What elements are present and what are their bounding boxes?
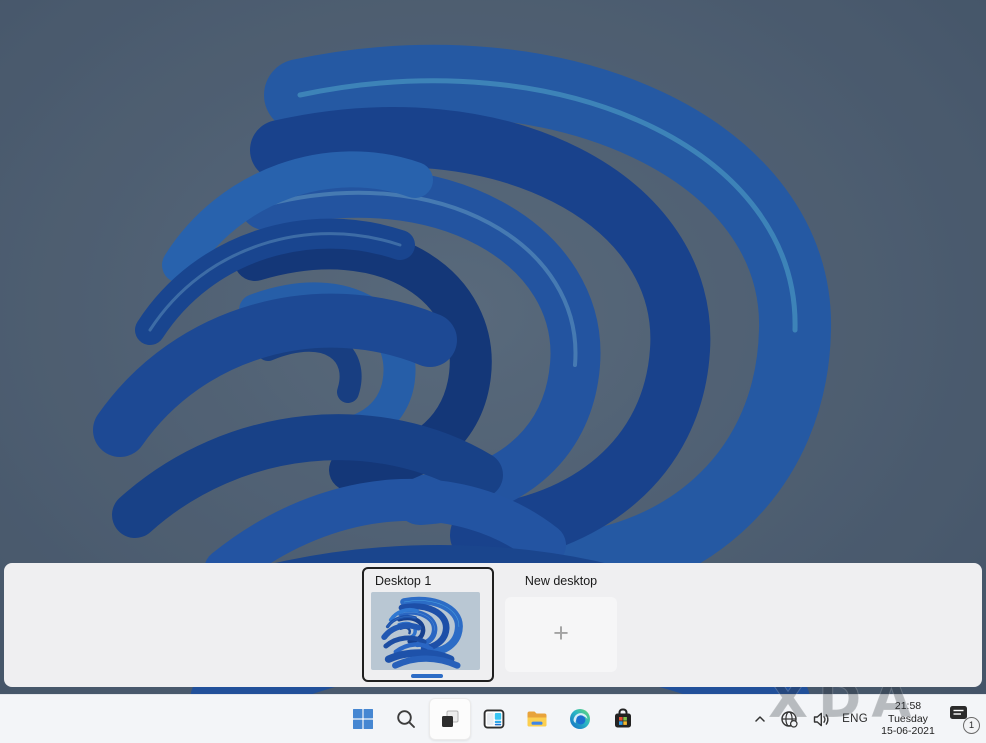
speaker-icon (813, 712, 829, 726)
file-explorer-button[interactable] (517, 699, 557, 739)
widgets-icon (483, 709, 505, 729)
widgets-button[interactable] (474, 699, 514, 739)
search-icon (397, 710, 415, 728)
task-view-button[interactable] (429, 698, 471, 740)
desktop-1-card[interactable]: Desktop 1 (362, 567, 494, 682)
notification-center-button[interactable]: 1 (948, 704, 980, 734)
desktop-screen: Desktop 1 New desktop + ENG 21:58 Tuesda… (0, 0, 986, 743)
new-desktop-button[interactable]: + (505, 597, 617, 672)
clock-time: 21:58 (894, 700, 922, 713)
clock[interactable]: 21:58 Tuesday 15-06-2021 (877, 700, 939, 738)
start-button[interactable] (343, 699, 383, 739)
folder-icon (527, 711, 547, 727)
globe-icon (781, 710, 798, 728)
language-indicator[interactable]: ENG (842, 713, 868, 725)
new-desktop-label: New desktop (524, 574, 598, 588)
search-button[interactable] (386, 699, 426, 739)
volume-button[interactable] (810, 708, 833, 731)
shopping-bag-icon (615, 708, 631, 728)
store-button[interactable] (603, 699, 643, 739)
notification-badge: 1 (963, 717, 980, 734)
windows-logo-icon (353, 709, 373, 729)
system-tray: ENG 21:58 Tuesday 15-06-2021 1 (751, 695, 980, 743)
chevron-up-icon (755, 716, 765, 722)
edge-button[interactable] (560, 699, 600, 739)
taskbar: ENG 21:58 Tuesday 15-06-2021 1 (0, 694, 986, 743)
clock-date: 15-06-2021 (881, 725, 935, 738)
network-button[interactable] (778, 708, 801, 731)
show-hidden-icons-button[interactable] (751, 710, 769, 728)
desktop-1-label: Desktop 1 (375, 574, 432, 588)
edge-icon (570, 709, 590, 729)
clock-day: Tuesday (888, 712, 928, 725)
task-view-icon (442, 710, 459, 727)
plus-icon: + (553, 618, 569, 648)
desktop-1-thumbnail (371, 592, 480, 670)
active-desktop-indicator (411, 674, 443, 678)
taskbar-icons (343, 695, 643, 743)
